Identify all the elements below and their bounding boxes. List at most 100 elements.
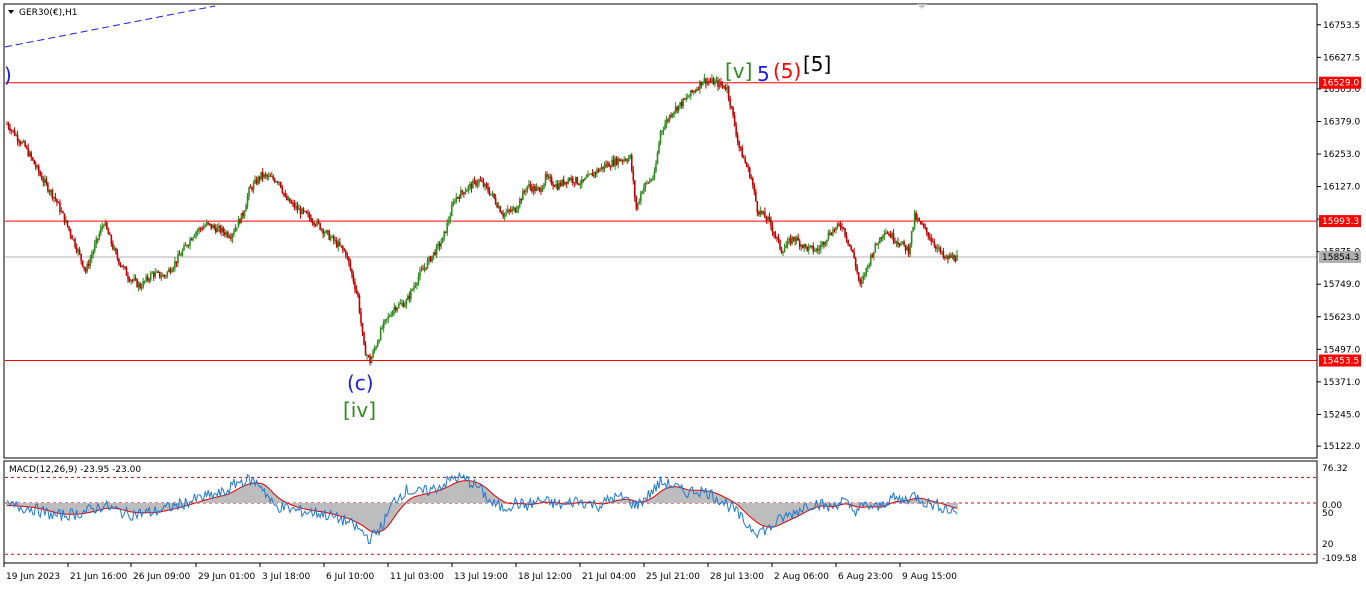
candle-body: [296, 205, 299, 210]
candle-body: [733, 115, 736, 126]
candle-body: [685, 97, 688, 100]
candle-body: [935, 245, 937, 249]
chart-window: 16753.5 16627.5 16505.0 16379.0 16253.0 16127…: [0, 0, 1366, 588]
candle-body: [847, 239, 849, 245]
chart-canvas[interactable]: 16753.516627.516505.016379.016253.016127…: [0, 0, 1366, 588]
candle-body: [429, 256, 432, 262]
candle-body: [944, 256, 946, 259]
candle-body: [263, 174, 265, 178]
candle-body: [236, 227, 238, 229]
candle-body: [458, 197, 461, 199]
candle-body: [677, 105, 680, 111]
candle-body: [177, 254, 179, 264]
candle-body: [473, 180, 476, 182]
candle-body: [357, 292, 359, 296]
candle-body: [382, 321, 385, 329]
candle-body: [249, 187, 252, 189]
candle-body: [149, 273, 152, 280]
candle-body: [258, 177, 261, 180]
candle-body: [214, 227, 217, 233]
candle-body: [605, 164, 607, 167]
candle-body: [509, 210, 512, 212]
candle-body: [385, 318, 388, 320]
candle-body: [394, 307, 397, 311]
candle-body: [774, 234, 777, 238]
candle-body: [603, 164, 606, 169]
candle-body: [449, 216, 452, 221]
candle-body: [506, 209, 509, 213]
candle-body: [909, 244, 911, 255]
x-tick-label: 6 Aug 23:00: [838, 572, 893, 582]
candle-body: [261, 171, 264, 178]
candle-body: [86, 263, 88, 272]
candle-body: [349, 262, 352, 270]
candle-body: [880, 237, 883, 239]
candle-body: [848, 244, 851, 246]
candle-body: [154, 272, 157, 277]
candle-body: [361, 322, 364, 333]
candle-body: [7, 123, 10, 128]
candle-body: [165, 275, 167, 277]
candle-body: [366, 355, 368, 357]
candle-body: [217, 226, 220, 228]
candle-body: [741, 147, 743, 158]
x-tick-label: 28 Jul 13:00: [710, 572, 764, 582]
candle-body: [298, 208, 300, 210]
candle-body: [783, 248, 786, 253]
candle-body: [201, 228, 203, 230]
candle-body: [942, 251, 945, 257]
candle-body: [267, 175, 270, 177]
candle-body: [301, 208, 303, 215]
candle-body: [113, 248, 116, 250]
candle-body: [939, 247, 942, 253]
candle-body: [590, 173, 592, 175]
candle-body: [290, 202, 293, 204]
candle-body: [782, 252, 784, 254]
candle-body: [729, 97, 731, 107]
candle-body: [21, 141, 23, 144]
candle-body: [60, 211, 63, 213]
wave-label: 5: [757, 62, 770, 86]
candle-body: [912, 226, 914, 231]
macd-title: MACD(12,26,9) -23.95 -23.00: [9, 465, 141, 475]
candle-body: [882, 235, 884, 239]
candle-body: [523, 191, 526, 193]
candle-body: [364, 344, 367, 356]
candle-body: [950, 255, 952, 258]
candle-body: [532, 186, 535, 192]
candle-body: [230, 237, 232, 239]
candle-body: [322, 229, 324, 234]
candle-body: [555, 183, 557, 187]
candle-body: [225, 232, 228, 235]
y-tick-label: 15623.0: [1323, 313, 1360, 323]
candle-body: [756, 201, 759, 213]
candle-body: [180, 255, 182, 257]
candle-body: [921, 223, 924, 225]
candle-body: [183, 245, 185, 251]
candle-body: [119, 263, 122, 266]
candle-body: [190, 239, 193, 241]
candle-body: [10, 130, 13, 132]
candle-body: [859, 279, 861, 285]
candle-body: [633, 180, 636, 198]
candle-body: [798, 240, 801, 247]
candle-body: [718, 81, 721, 87]
candle-body: [697, 89, 700, 91]
candle-body: [761, 210, 763, 214]
candle-body: [818, 249, 821, 251]
candle-body: [373, 348, 376, 351]
candle-body: [676, 106, 678, 111]
x-tick-label: 3 Jul 18:00: [262, 572, 311, 582]
candle-body: [585, 177, 588, 179]
candle-body: [292, 202, 294, 204]
candle-body: [231, 234, 234, 239]
candle-body: [260, 171, 262, 180]
candle-body: [142, 281, 144, 288]
candle-body: [720, 81, 722, 85]
candle-body: [131, 279, 134, 281]
candle-body: [762, 211, 765, 214]
candle-body: [830, 234, 833, 236]
wave-label: (c): [347, 371, 374, 395]
candle-body: [228, 236, 231, 238]
candle-body: [624, 159, 627, 161]
